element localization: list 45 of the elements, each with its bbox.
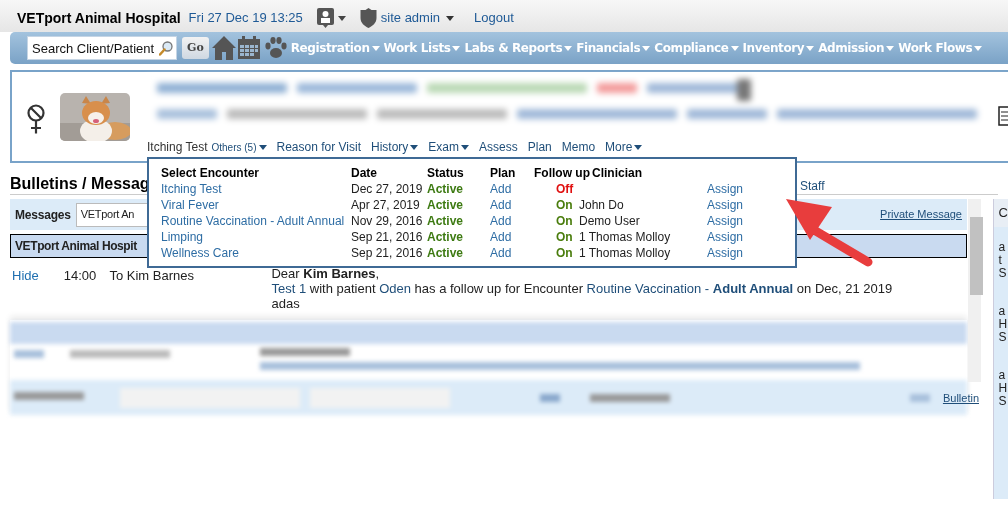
- encounter-date: Sep 21, 2016: [351, 229, 424, 245]
- column-header: Status: [427, 165, 465, 181]
- follow-up-status: Off: [555, 181, 575, 197]
- clinician-name: John Do: [579, 197, 625, 213]
- follow-up-status: On: [555, 245, 574, 261]
- message-note: adas: [271, 296, 301, 311]
- side-panel-text: S: [998, 267, 1008, 280]
- follow-up-status: On: [555, 213, 574, 229]
- messages-label: Messages: [15, 206, 71, 224]
- message-recipient: To Kim Barnes: [109, 267, 195, 285]
- group-title: VETport Animal Hospit: [15, 238, 137, 255]
- column-header: Clinician: [592, 165, 643, 181]
- message-text: Test 1 with patient Oden has a follow up for Encounter Routine Vaccination - Adult Annual on Dec, 21 2019: [271, 281, 894, 296]
- clinician-name: 1 Thomas Molloy: [579, 229, 672, 245]
- follow-up-status: On: [555, 197, 574, 213]
- column-header: Select Encounter: [161, 165, 261, 181]
- side-panel-text: H: [998, 318, 1008, 331]
- section-heading: Bulletins / Messag: [10, 174, 150, 194]
- message-time: 14:00: [63, 267, 98, 285]
- encounter-status: Active: [427, 245, 465, 261]
- column-header: Follow up: [534, 165, 591, 181]
- side-panel-text: a: [998, 241, 1007, 254]
- encounter-date: Dec 27, 2019: [351, 181, 424, 197]
- side-panel-text: S: [998, 331, 1008, 344]
- encounter-date: Sep 21, 2016: [351, 245, 424, 261]
- column-header: Plan: [490, 165, 517, 181]
- side-panel-text: H: [998, 382, 1008, 395]
- side-panel-text: a: [998, 305, 1007, 318]
- encounter-status: Active: [427, 229, 465, 245]
- encounter-date: Apr 27, 2019: [351, 197, 421, 213]
- column-header: Date: [351, 165, 378, 181]
- encounter-date: Nov 29, 2016: [351, 213, 424, 229]
- encounter-status: Active: [427, 213, 465, 229]
- encounter-status: Active: [427, 181, 465, 197]
- side-panel-header: C: [993, 199, 1008, 227]
- date-time: Fri 27 Dec 19 13:25: [188, 9, 303, 28]
- side-panel-text: S: [998, 395, 1008, 408]
- encounter-status: Active: [427, 197, 465, 213]
- clinician-name: 1 Thomas Molloy: [579, 245, 672, 261]
- side-panel-text: a: [998, 369, 1007, 382]
- follow-up-status: On: [555, 229, 574, 245]
- clinician-name: Demo User: [579, 213, 641, 229]
- side-panel-text: t: [998, 254, 1003, 267]
- app-title: VETport Animal Hospital: [17, 8, 181, 28]
- message-greeting: Dear Kim Barnes,: [271, 266, 381, 281]
